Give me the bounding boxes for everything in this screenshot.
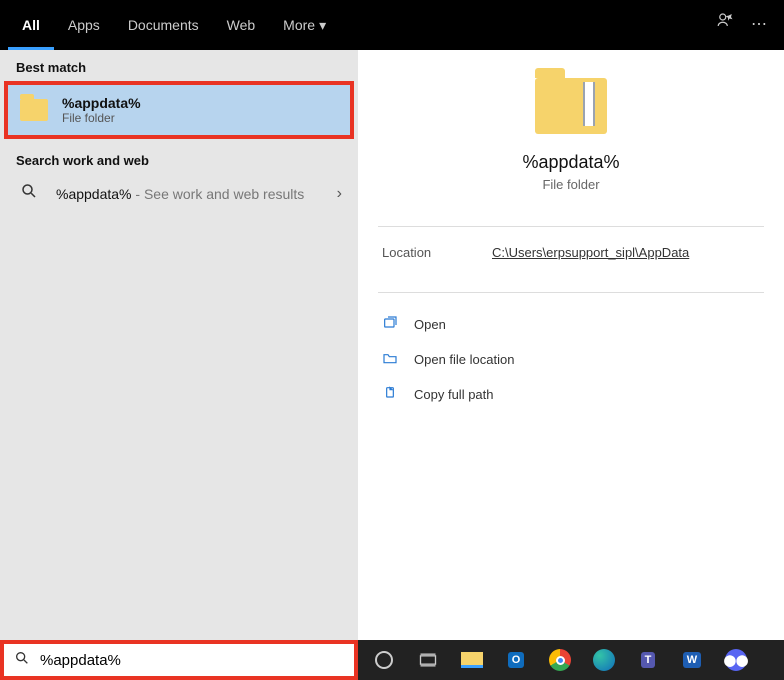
teams-icon: T [641, 652, 656, 668]
bottom-bar: O T W ⬤⬤ [0, 640, 784, 680]
copy-icon [382, 385, 398, 404]
best-match-result[interactable]: %appdata% File folder [4, 81, 354, 139]
folder-icon-large [535, 78, 607, 134]
taskbar-taskview[interactable] [410, 645, 446, 675]
taskbar-teams[interactable]: T [630, 645, 666, 675]
taskbar-edge[interactable] [586, 645, 622, 675]
cortana-icon [375, 651, 393, 669]
tab-all[interactable]: All [8, 0, 54, 50]
word-icon: W [683, 652, 701, 668]
edge-icon [593, 649, 615, 671]
taskbar-chrome[interactable] [542, 645, 578, 675]
taskbar-explorer[interactable] [454, 645, 490, 675]
tab-apps[interactable]: Apps [54, 0, 114, 50]
outlook-icon: O [508, 652, 525, 668]
search-box[interactable] [0, 640, 358, 680]
web-result-row[interactable]: %appdata% - See work and web results › [0, 174, 358, 213]
action-open[interactable]: Open [358, 307, 784, 342]
chevron-right-icon: › [337, 185, 342, 203]
taskbar-outlook[interactable]: O [498, 645, 534, 675]
action-open-location[interactable]: Open file location [358, 342, 784, 377]
location-label: Location [382, 245, 492, 260]
search-icon [16, 182, 42, 205]
search-input[interactable] [40, 652, 344, 669]
result-detail-pane: %appdata% File folder Location C:\Users\… [358, 50, 784, 640]
tab-more-label: More [283, 0, 315, 50]
folder-icon [20, 99, 48, 121]
best-match-subtitle: File folder [62, 111, 141, 125]
web-result-suffix: - See work and web results [132, 186, 305, 202]
search-results-pane: Best match %appdata% File folder Search … [0, 50, 358, 640]
taskbar-word[interactable]: W [674, 645, 710, 675]
chrome-icon [549, 649, 571, 671]
taskbar-discord[interactable]: ⬤⬤ [718, 645, 754, 675]
folder-open-icon [382, 350, 398, 369]
file-explorer-icon [461, 652, 483, 668]
divider [378, 292, 764, 293]
open-icon [382, 315, 398, 334]
tab-web[interactable]: Web [213, 0, 270, 50]
action-open-location-label: Open file location [414, 352, 514, 367]
web-result-text: %appdata% - See work and web results [56, 186, 304, 202]
taskview-icon [418, 650, 438, 670]
discord-icon: ⬤⬤ [725, 649, 747, 671]
feedback-icon[interactable] [708, 0, 742, 50]
detail-subtitle: File folder [358, 177, 784, 192]
search-icon [14, 650, 30, 671]
divider [378, 226, 764, 227]
best-match-text: %appdata% File folder [62, 95, 141, 125]
location-row: Location C:\Users\erpsupport_sipl\AppDat… [358, 241, 784, 278]
action-copy-path[interactable]: Copy full path [358, 377, 784, 412]
tab-more[interactable]: More ▾ [269, 0, 340, 50]
best-match-title: %appdata% [62, 95, 141, 111]
options-icon[interactable]: ⋯ [742, 0, 776, 50]
tab-documents[interactable]: Documents [114, 0, 213, 50]
chevron-down-icon: ▾ [319, 0, 326, 50]
search-work-web-heading: Search work and web [0, 143, 358, 174]
web-result-query: %appdata% [56, 186, 132, 202]
location-value[interactable]: C:\Users\erpsupport_sipl\AppData [492, 245, 689, 260]
detail-title: %appdata% [358, 152, 784, 173]
search-main: Best match %appdata% File folder Search … [0, 50, 784, 640]
search-filter-tabs: All Apps Documents Web More ▾ ⋯ [0, 0, 784, 50]
action-copy-path-label: Copy full path [414, 387, 494, 402]
taskbar-cortana[interactable] [366, 645, 402, 675]
detail-header: %appdata% File folder [358, 50, 784, 212]
best-match-heading: Best match [0, 50, 358, 81]
action-open-label: Open [414, 317, 446, 332]
taskbar: O T W ⬤⬤ [358, 640, 784, 680]
